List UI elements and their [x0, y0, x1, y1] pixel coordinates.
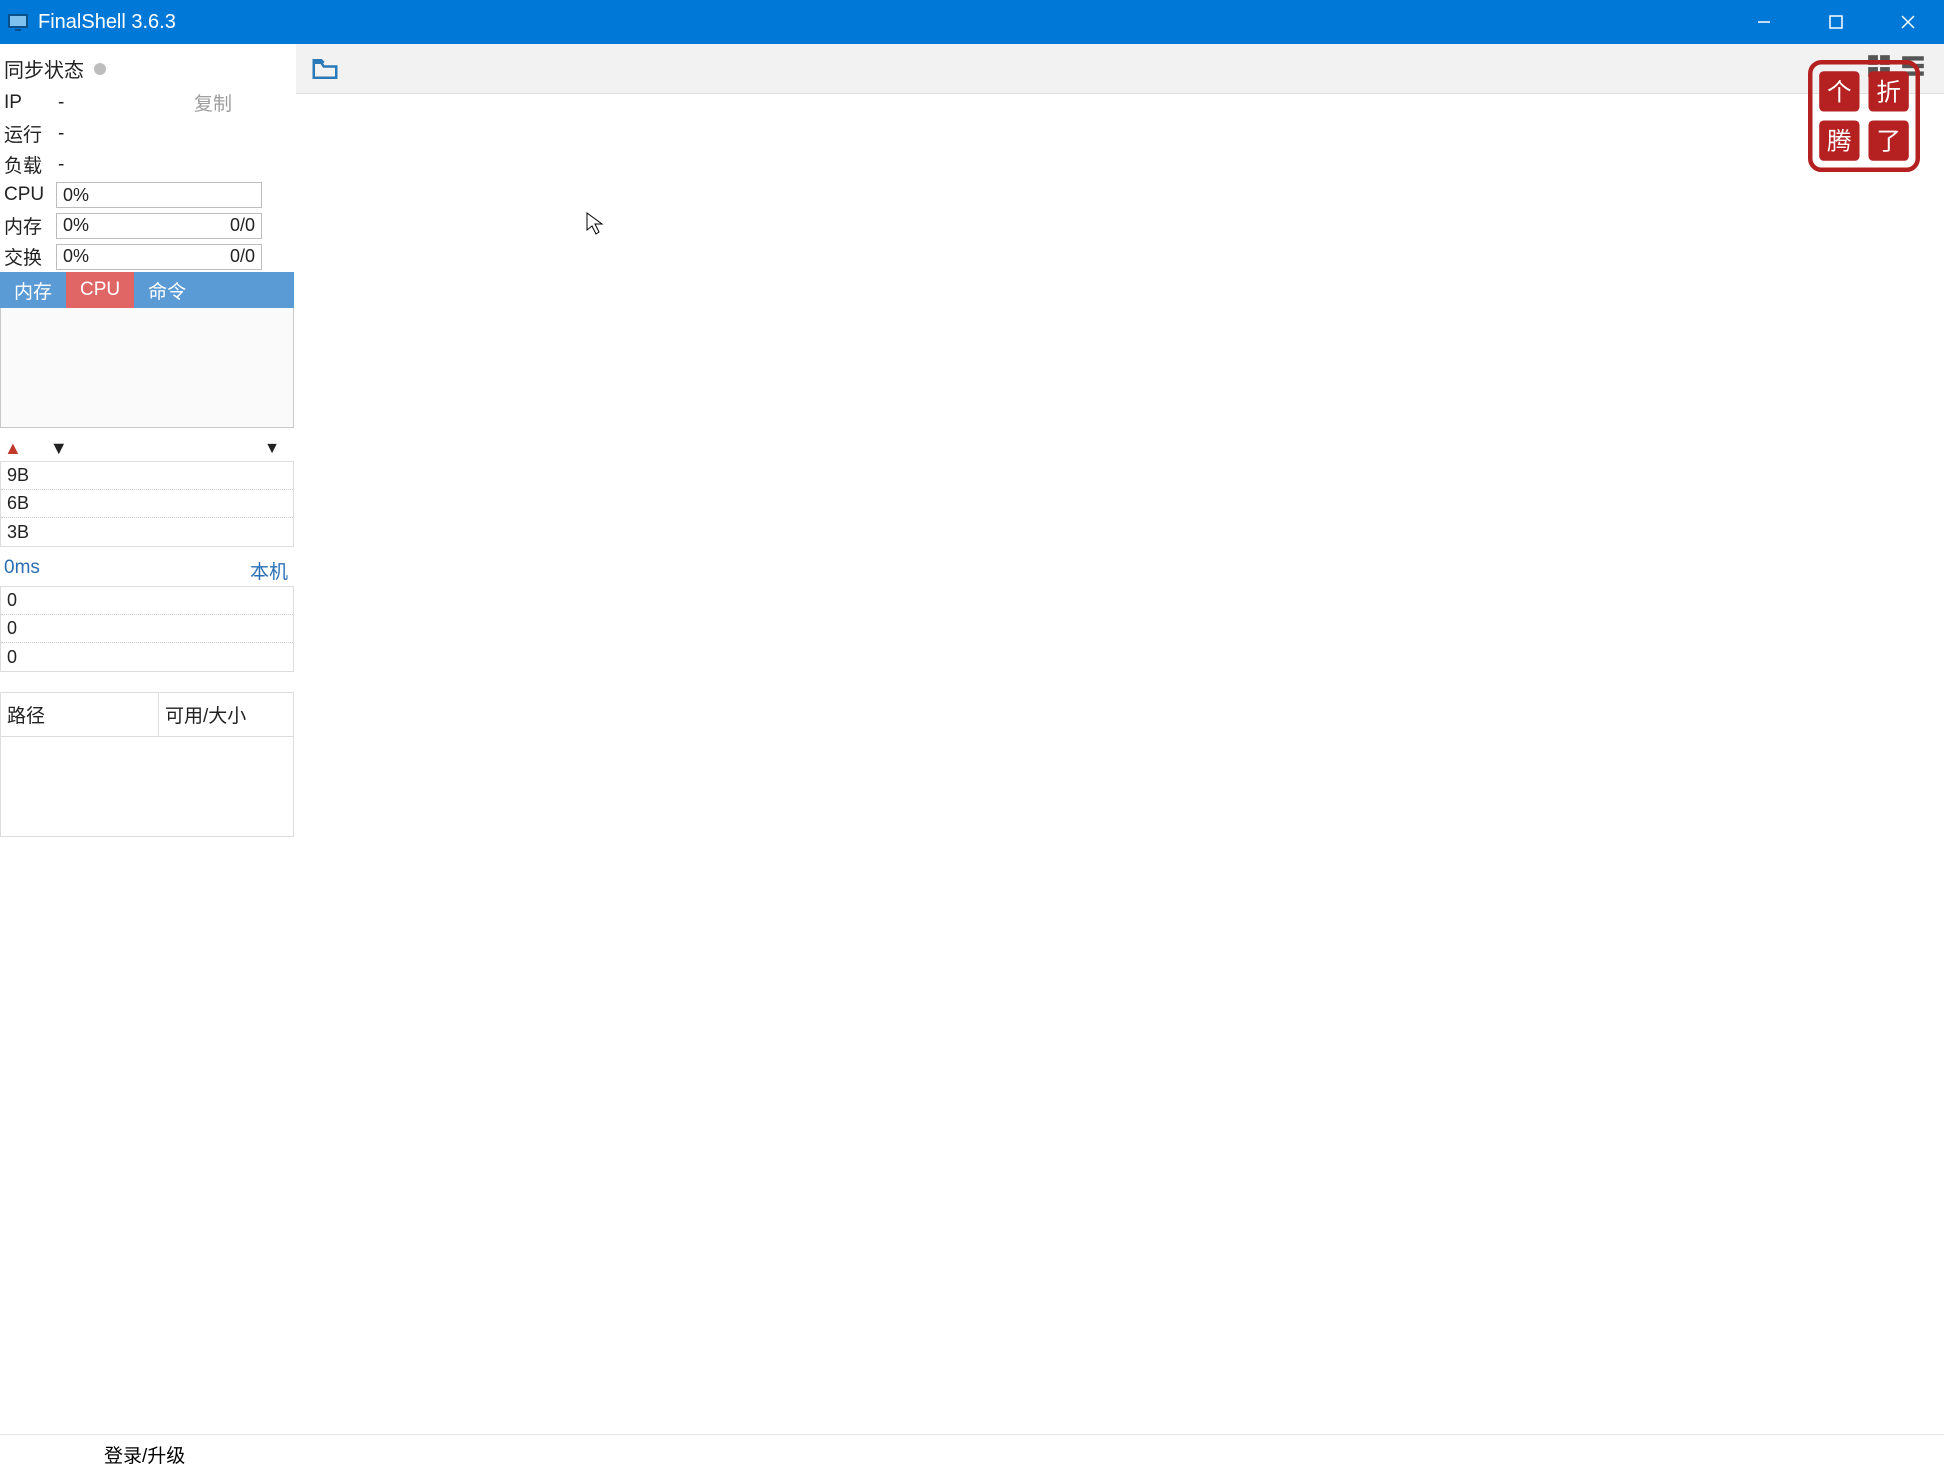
network-chart: 9B 6B 3B [0, 461, 294, 547]
disk-table-body [0, 737, 294, 837]
ping-chart: 0 0 0 [0, 586, 294, 672]
sidebar: 同步状态 IP - 复制 运行 - 负载 - CPU 0% [0, 44, 296, 1434]
tab-cpu[interactable]: CPU [66, 272, 134, 308]
svg-text:腾: 腾 [1827, 128, 1852, 156]
ping-row: 0 [1, 615, 293, 643]
network-dropdown[interactable]: ▼ [264, 440, 280, 458]
network-header: ▲ ▼ ▼ [0, 428, 294, 461]
tab-command[interactable]: 命令 [134, 272, 200, 308]
net-row: 6B [1, 490, 293, 518]
disk-table-header: 路径 可用/大小 [0, 692, 294, 737]
titlebar: FinalShell 3.6.3 [0, 0, 1944, 44]
sync-status-label: 同步状态 [4, 54, 84, 83]
net-row: 3B [1, 518, 293, 546]
cpu-percent: 0% [63, 185, 89, 206]
ping-host[interactable]: 本机 [250, 557, 288, 584]
svg-text:了: 了 [1876, 129, 1901, 156]
open-folder-button[interactable] [310, 54, 340, 84]
close-button[interactable] [1872, 0, 1944, 44]
ping-value: 0ms [4, 557, 40, 584]
svg-text:个: 个 [1827, 79, 1852, 106]
app-icon [6, 10, 30, 34]
load-value: - [58, 154, 64, 176]
download-icon: ▼ [50, 438, 68, 459]
cpu-graph [0, 308, 294, 428]
ip-value: - [58, 92, 64, 114]
disk-col-path: 路径 [1, 693, 159, 736]
run-value: - [58, 123, 64, 145]
copy-button[interactable]: 复制 [194, 89, 232, 116]
ping-row: 0 [1, 643, 293, 671]
svg-text:折: 折 [1876, 78, 1901, 106]
cpu-label: CPU [4, 184, 50, 206]
ip-label: IP [4, 92, 50, 114]
statusbar: 登录/升级 [0, 1434, 1944, 1474]
run-label: 运行 [4, 120, 50, 147]
load-label: 负载 [4, 151, 50, 178]
cpu-meter: 0% [56, 182, 262, 208]
tab-memory[interactable]: 内存 [0, 272, 66, 308]
mem-ratio: 0/0 [230, 215, 255, 236]
main-toolbar [296, 44, 1944, 94]
mem-label: 内存 [4, 212, 50, 239]
window-title: FinalShell 3.6.3 [38, 11, 176, 34]
swap-ratio: 0/0 [230, 246, 255, 267]
swap-label: 交换 [4, 243, 50, 270]
minimize-button[interactable] [1728, 0, 1800, 44]
main-area: 个 折 腾 了 [296, 44, 1944, 1434]
net-row: 9B [1, 462, 293, 490]
cursor-icon [586, 212, 604, 236]
mem-percent: 0% [63, 215, 89, 236]
upload-icon: ▲ [4, 438, 22, 459]
watermark-stamp: 个 折 腾 了 [1808, 60, 1920, 172]
disk-col-size: 可用/大小 [159, 693, 293, 736]
swap-meter: 0% 0/0 [56, 244, 262, 270]
maximize-button[interactable] [1800, 0, 1872, 44]
sync-status-indicator [94, 63, 106, 75]
monitor-tabs: 内存 CPU 命令 [0, 272, 294, 308]
ping-row: 0 [1, 587, 293, 615]
swap-percent: 0% [63, 246, 89, 267]
login-upgrade-link[interactable]: 登录/升级 [104, 1441, 185, 1468]
mem-meter: 0% 0/0 [56, 213, 262, 239]
